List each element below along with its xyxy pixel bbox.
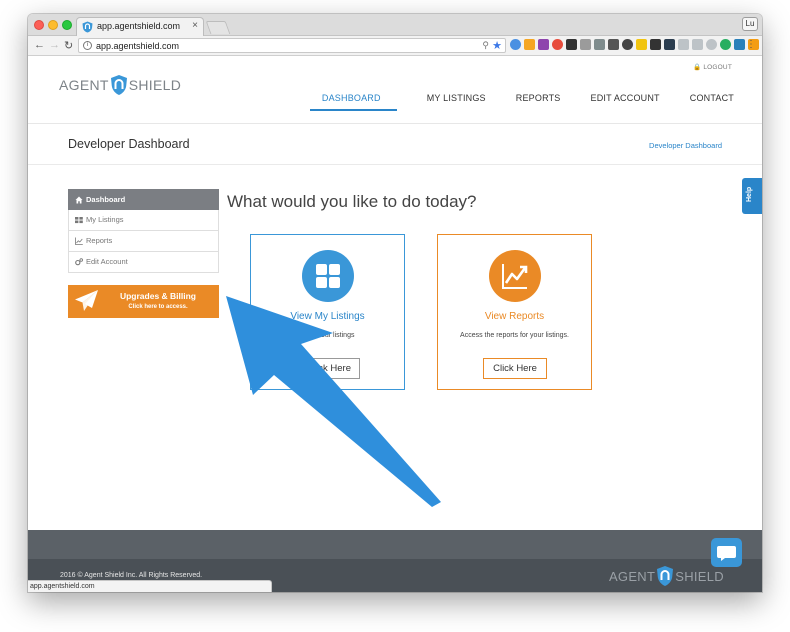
help-label: Help — [746, 186, 753, 202]
nav-edit-account[interactable]: EDIT ACCOUNT — [591, 89, 660, 111]
nav-contact[interactable]: CONTACT — [690, 89, 734, 111]
agentshield-site: 🔒 LOGOUT AGENT SHIELD DASHBOARD MY LISTI… — [28, 57, 762, 592]
header-divider — [28, 123, 762, 124]
sidebar-item-label: Dashboard — [86, 194, 126, 204]
extension-icon[interactable] — [524, 39, 535, 50]
forward-arrow-icon[interactable]: → — [49, 39, 60, 51]
browser-toolbar: ← → ↻ i app.agentshield.com ⚲ ★ ⋮ — [28, 36, 762, 56]
browser-status-bar: app.agentshield.com — [28, 580, 272, 592]
nav-dashboard[interactable]: DASHBOARD — [309, 89, 397, 111]
new-tab-button[interactable] — [205, 21, 231, 34]
nav-my-listings[interactable]: MY LISTINGS — [427, 89, 486, 111]
chat-button[interactable] — [711, 538, 742, 567]
info-icon[interactable]: i — [83, 41, 92, 50]
reports-circle — [489, 250, 541, 302]
extension-icon[interactable] — [720, 39, 731, 50]
extension-icon[interactable] — [580, 39, 591, 50]
logout-link[interactable]: 🔒 LOGOUT — [693, 63, 732, 71]
line-chart-icon — [502, 264, 528, 289]
extension-icon[interactable] — [594, 39, 605, 50]
logo-text-right: SHIELD — [128, 77, 182, 93]
breadcrumb[interactable]: Developer Dashboard — [649, 141, 722, 150]
reload-icon[interactable]: ↻ — [64, 39, 73, 52]
chart-icon — [75, 237, 83, 245]
minimize-window-button[interactable] — [48, 20, 58, 30]
title-divider — [28, 164, 762, 165]
browser-window: app.agentshield.com × Lu ← → ↻ i app.age… — [28, 14, 762, 592]
extension-icon[interactable] — [734, 39, 745, 50]
key-icon[interactable]: ⚲ — [482, 40, 489, 51]
browser-tab[interactable]: app.agentshield.com × — [76, 17, 204, 36]
extension-icon[interactable] — [538, 39, 549, 50]
extension-icon[interactable] — [692, 39, 703, 50]
footer-logo: AGENT SHIELD — [609, 565, 724, 587]
tab-title: app.agentshield.com — [97, 21, 181, 31]
sidebar-item-label: My Listings — [86, 215, 124, 224]
sidebar-item-my-listings[interactable]: My Listings — [68, 210, 219, 231]
screenshot-stage: app.agentshield.com × Lu ← → ↻ i app.age… — [0, 0, 790, 632]
close-window-button[interactable] — [34, 20, 44, 30]
sidebar: Dashboard My Listings Reports Edit Accou… — [68, 189, 219, 273]
card-title[interactable]: View Reports — [438, 311, 591, 322]
extension-icon[interactable] — [510, 39, 521, 50]
agentshield-logo[interactable]: AGENT SHIELD — [59, 73, 181, 97]
card-title[interactable]: View My Listings — [251, 311, 404, 322]
copyright-text: 2016 © Agent Shield Inc. All Rights Rese… — [60, 572, 203, 579]
shield-favicon-icon — [82, 21, 93, 33]
extensions-bar — [510, 39, 759, 52]
bookmark-star-icon[interactable]: ★ — [492, 39, 502, 52]
shield-logo-icon — [657, 566, 674, 586]
address-url: app.agentshield.com — [96, 41, 180, 51]
sidebar-item-label: Reports — [86, 236, 113, 245]
back-arrow-icon[interactable]: ← — [34, 39, 45, 51]
chat-bubble-icon — [717, 546, 736, 561]
grid-icon — [316, 264, 340, 288]
tab-close-icon[interactable]: × — [192, 20, 198, 31]
sidebar-item-edit-account[interactable]: Edit Account — [68, 252, 219, 273]
main-navigation: DASHBOARD MY LISTINGS REPORTS EDIT ACCOU… — [309, 89, 734, 111]
help-tab[interactable]: Help — [742, 178, 762, 214]
sidebar-item-label: Edit Account — [86, 257, 128, 266]
sidebar-item-dashboard[interactable]: Dashboard — [68, 189, 219, 210]
footer-logo-right: SHIELD — [675, 568, 724, 584]
extension-icon[interactable] — [678, 39, 689, 50]
paper-plane-icon — [75, 290, 98, 311]
upgrade-title: Upgrades & Billing — [119, 291, 197, 301]
view-reports-click-here-button[interactable]: Click Here — [483, 358, 547, 379]
view-listings-card[interactable]: View My Listings our listings lick Here — [250, 234, 405, 390]
home-icon — [75, 196, 83, 203]
gears-icon — [75, 258, 83, 266]
extension-icon[interactable] — [650, 39, 661, 50]
maximize-window-button[interactable] — [62, 20, 72, 30]
listings-circle — [302, 250, 354, 302]
card-description: our listings — [321, 332, 355, 339]
footer-top — [28, 530, 762, 559]
extension-icon[interactable] — [622, 39, 633, 50]
upgrade-subtitle: Click here to access. — [128, 304, 188, 310]
sidebar-item-reports[interactable]: Reports — [68, 231, 219, 252]
extension-icon[interactable] — [706, 39, 717, 50]
address-bar[interactable]: i app.agentshield.com ⚲ ★ — [78, 38, 506, 53]
profile-badge[interactable]: Lu — [742, 17, 758, 31]
extension-icon[interactable] — [664, 39, 675, 50]
browser-tab-bar: app.agentshield.com × Lu — [28, 14, 762, 36]
logo-text-left: AGENT — [59, 77, 109, 93]
extension-icon[interactable] — [608, 39, 619, 50]
nav-reports[interactable]: REPORTS — [516, 89, 561, 111]
extension-icon[interactable] — [636, 39, 647, 50]
page-title: Developer Dashboard — [68, 137, 190, 151]
footer-logo-left: AGENT — [608, 568, 656, 584]
view-listings-click-here-button[interactable]: lick Here — [296, 358, 360, 379]
extension-icon[interactable] — [552, 39, 563, 50]
dashboard-question: What would you like to do today? — [227, 192, 477, 211]
view-reports-card[interactable]: View Reports Access the reports for your… — [437, 234, 592, 390]
grid-icon — [75, 217, 83, 224]
extension-icon[interactable] — [566, 39, 577, 50]
upgrades-billing-banner[interactable]: Upgrades & Billing Click here to access. — [68, 285, 219, 318]
browser-menu-icon[interactable]: ⋮ — [746, 39, 756, 50]
shield-logo-icon — [110, 75, 127, 95]
card-description: Access the reports for your listings. — [460, 332, 569, 339]
